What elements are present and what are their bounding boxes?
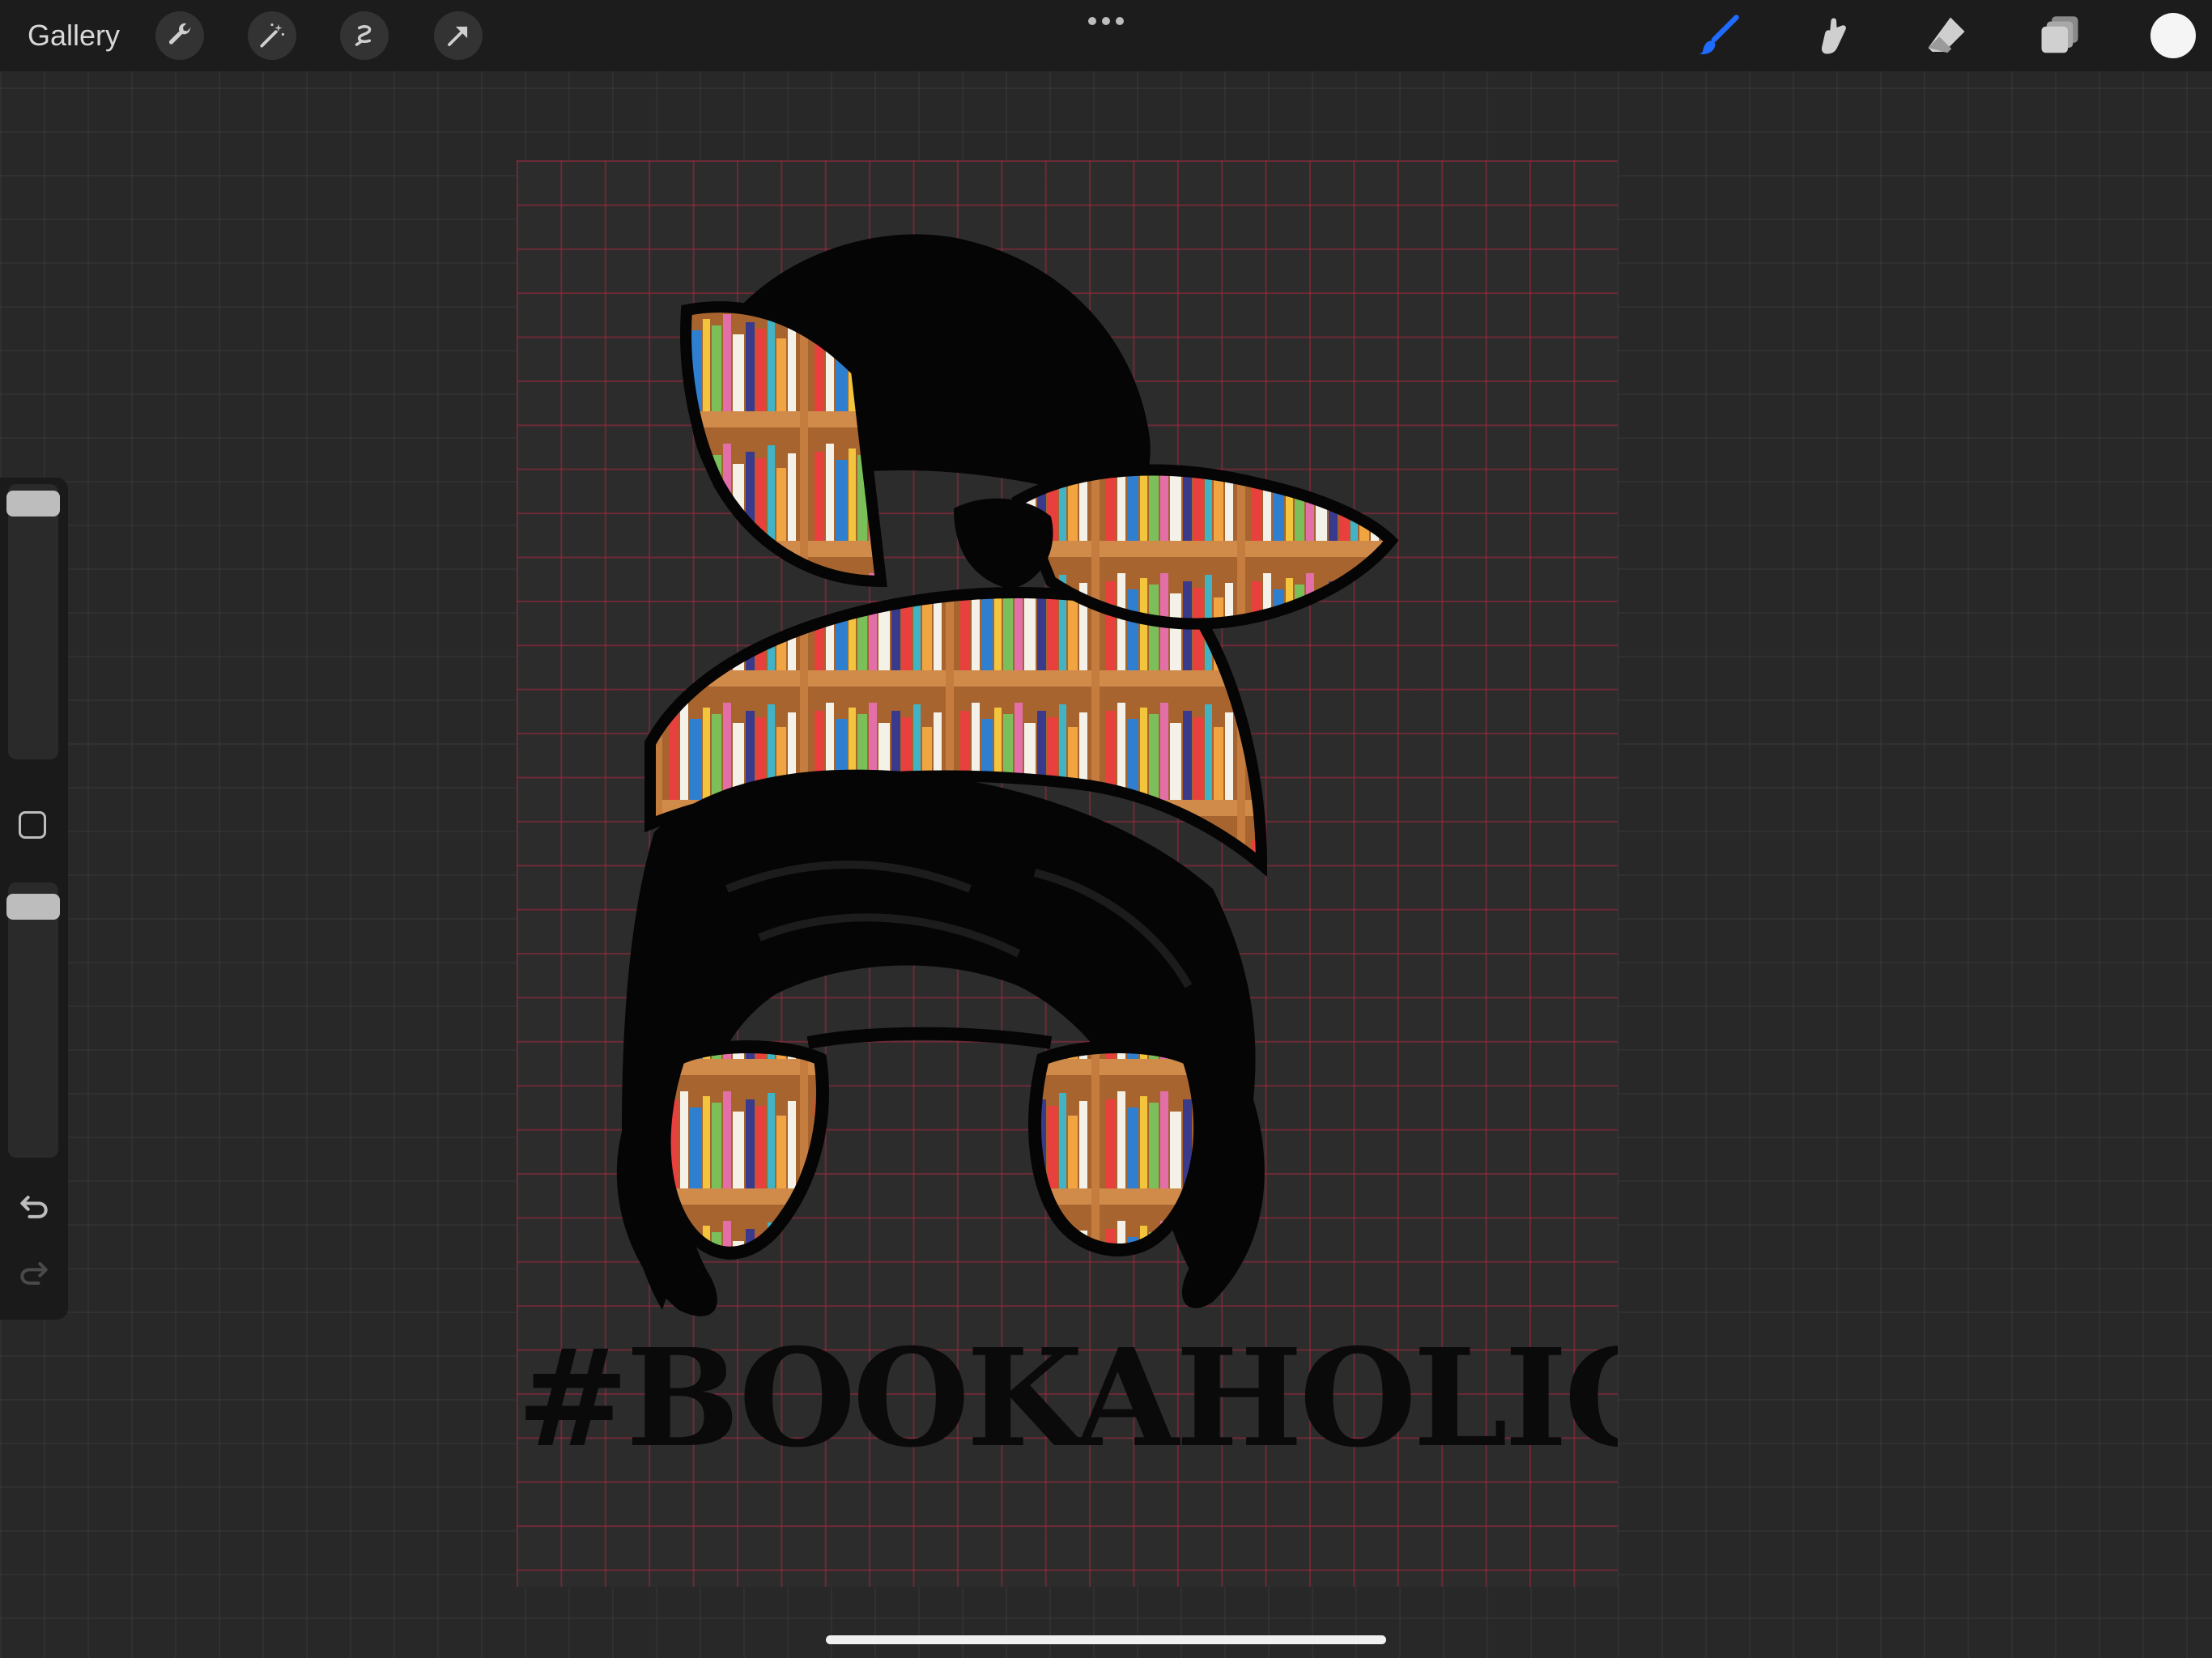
ellipsis-icon	[1088, 17, 1124, 25]
eraser-icon	[1928, 17, 1965, 53]
layers-button[interactable]	[2034, 10, 2086, 62]
erase-tool-button[interactable]	[1921, 10, 1972, 62]
transform-arrow-icon	[448, 26, 468, 46]
top-toolbar: Gallery	[0, 0, 2212, 71]
procreate-workspace: Gallery #BOOKAHOLIC	[0, 0, 2212, 1658]
transform-button[interactable]	[434, 11, 483, 60]
adjustments-button[interactable]	[248, 11, 296, 60]
home-indicator[interactable]	[826, 1635, 1386, 1644]
magic-wand-icon	[260, 23, 285, 48]
wrench-icon	[168, 23, 191, 45]
smudge-icon	[1821, 18, 1846, 54]
layers-icon	[2041, 16, 2078, 53]
left-sidebar	[0, 478, 68, 1320]
brush-size-slider[interactable]	[6, 484, 60, 759]
artwork-text: #BOOKAHOLIC	[517, 1320, 1618, 1477]
color-picker-button[interactable]	[2150, 13, 2196, 58]
selection-icon	[355, 25, 372, 46]
smudge-tool-button[interactable]	[1807, 10, 1859, 62]
drawing-canvas[interactable]: #BOOKAHOLIC	[517, 160, 1618, 1587]
redo-icon[interactable]	[16, 1255, 52, 1290]
selection-button[interactable]	[340, 11, 389, 60]
brush-icon	[1699, 15, 1739, 55]
gallery-button[interactable]: Gallery	[28, 15, 120, 57]
opacity-slider[interactable]	[6, 882, 60, 1158]
paint-tool-button[interactable]	[1692, 10, 1744, 62]
opacity-thumb[interactable]	[6, 894, 60, 920]
undo-icon[interactable]	[16, 1188, 52, 1224]
brush-size-thumb[interactable]	[6, 491, 60, 517]
actions-button[interactable]	[155, 11, 204, 60]
modify-square-icon[interactable]	[19, 811, 46, 839]
more-options-button[interactable]	[1085, 6, 1127, 36]
